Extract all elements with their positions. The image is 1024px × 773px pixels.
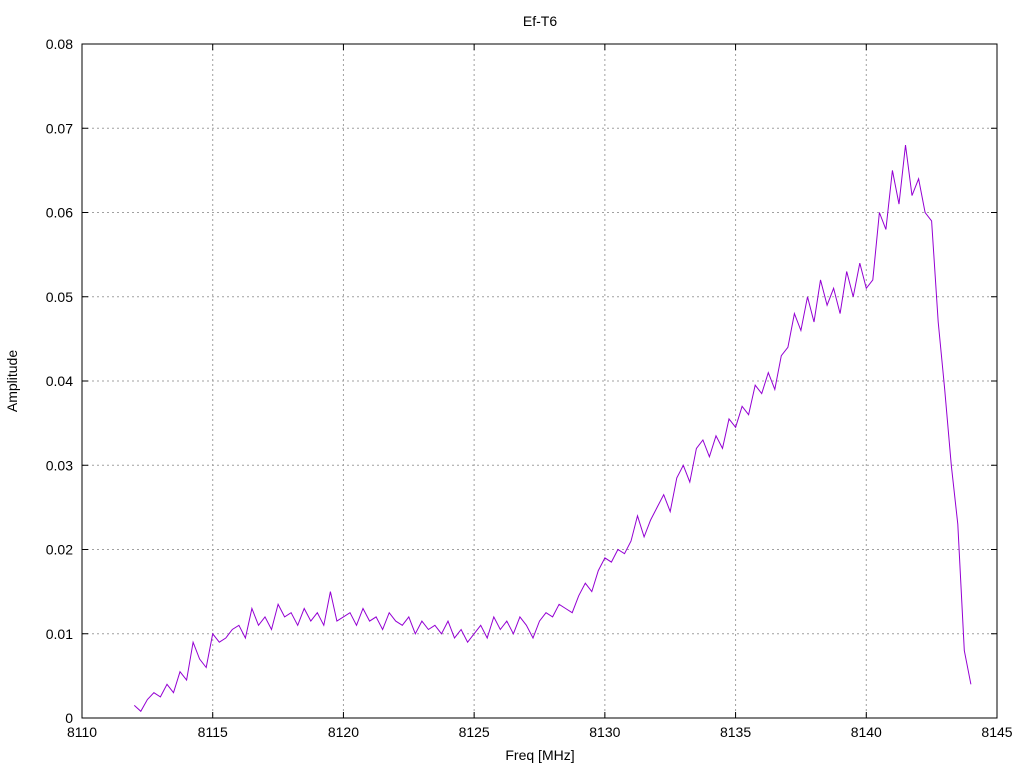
y-tick-label: 0.02: [46, 542, 73, 558]
x-axis-label: Freq [MHz]: [505, 747, 574, 763]
y-tick-label: 0.07: [46, 120, 73, 136]
x-tick-label: 8110: [67, 724, 97, 740]
y-tick-label: 0.05: [46, 289, 73, 305]
plot-border: [81, 43, 998, 719]
y-tick-label: 0.04: [46, 373, 73, 389]
x-tick-label: 8135: [720, 724, 751, 740]
y-tick-label: 0.08: [46, 36, 73, 52]
x-tick-label: 8130: [589, 724, 620, 740]
x-tick-label: 8120: [328, 724, 359, 740]
x-tick-label: 8115: [198, 724, 228, 740]
series-line: [133, 145, 972, 713]
y-tick-label: 0.01: [46, 626, 73, 642]
x-tick-label: 8125: [459, 724, 490, 740]
y-tick-label: 0: [65, 710, 73, 726]
ticks: 8110 8115 8120 8125 8130 8135 8140 8145 0 0.01 0.0…: [46, 36, 1013, 740]
y-tick-label: 0.06: [46, 205, 73, 221]
chart: 8110 8115 8120 8125 8130 8135 8140 8145 0 0.01 0.0…: [4, 13, 1013, 763]
x-tick-label: 8140: [851, 724, 882, 740]
chart-title: Ef-T6: [523, 13, 557, 29]
x-tick-label: 8145: [981, 724, 1012, 740]
y-tick-label: 0.03: [46, 457, 73, 473]
y-axis-label: Amplitude: [4, 350, 20, 412]
grid: [82, 44, 997, 718]
